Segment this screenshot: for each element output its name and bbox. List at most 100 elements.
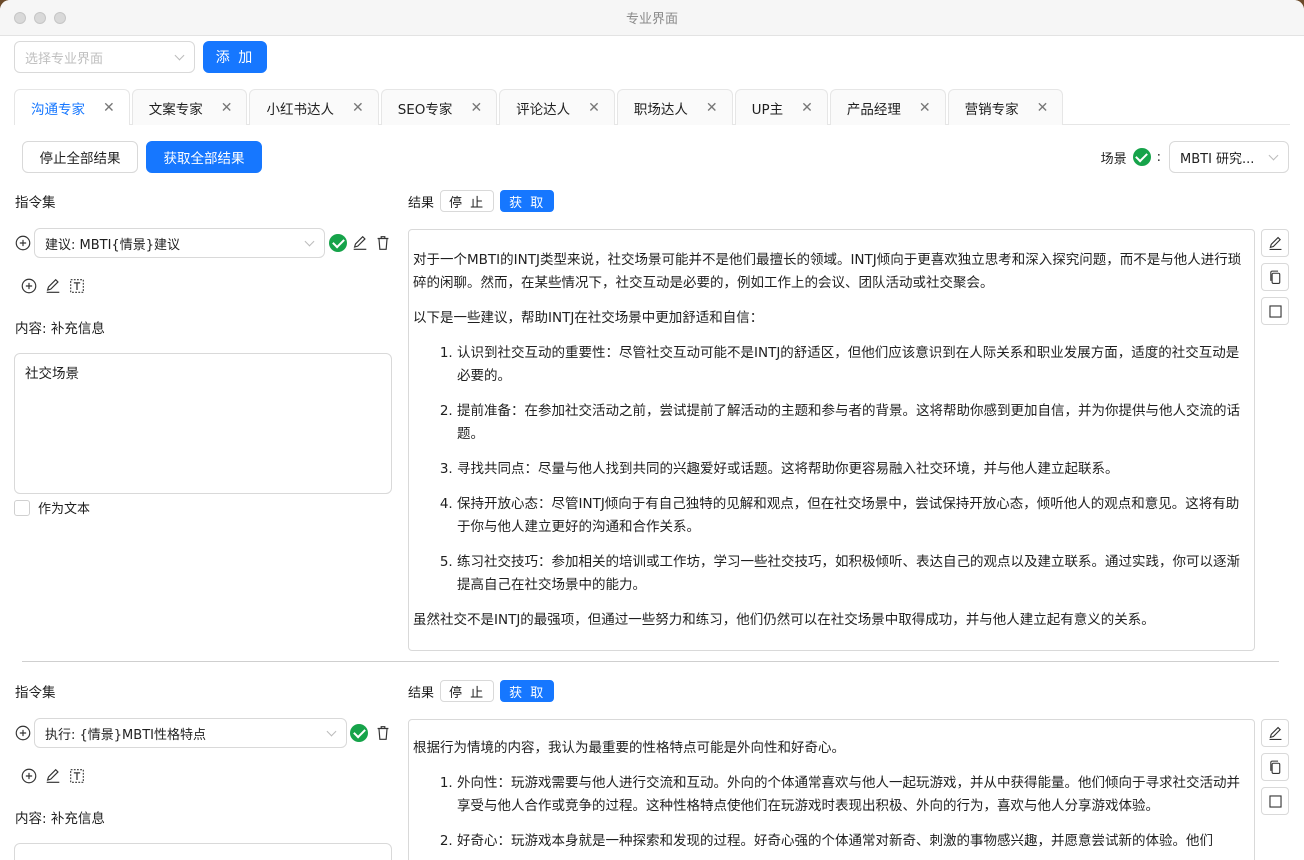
as-text-option: 作为文本 (14, 498, 90, 517)
scene-colon: : (1156, 149, 1161, 165)
instruction-select[interactable]: 建议: MBTI{情景}建议 (34, 228, 325, 258)
edit-icon[interactable] (43, 276, 63, 296)
check-circle-icon (1132, 148, 1151, 166)
edit-icon[interactable] (43, 766, 63, 786)
close-icon[interactable]: ✕ (103, 100, 115, 116)
tab-seo[interactable]: SEO专家 ✕ (380, 89, 498, 125)
scene-select[interactable]: MBTI 研究... (1169, 141, 1289, 173)
tab-copywriting[interactable]: 文案专家 ✕ (131, 89, 248, 125)
result-list: 外向性：玩游戏需要与他人进行交流和互动。外向的个体通常喜欢与他人一起玩游戏，并从… (413, 772, 1248, 853)
close-window-button[interactable] (14, 12, 26, 24)
chevron-down-icon (304, 238, 314, 248)
instruction-select-value: 建议: MBTI{情景}建议 (45, 237, 180, 253)
tab-communication[interactable]: 沟通专家 ✕ (14, 89, 130, 126)
tab-xiaohongshu[interactable]: 小红书达人 ✕ (249, 89, 379, 125)
zoom-window-button[interactable] (54, 12, 66, 24)
list-item: 保持开放心态：尽管INTJ倾向于有自己独特的见解和观点，但在社交场景中，尝试保持… (457, 493, 1248, 539)
add-circle-icon[interactable] (19, 276, 39, 296)
block-divider (22, 661, 1279, 662)
close-icon[interactable]: ✕ (221, 100, 233, 116)
edit-result-button[interactable] (1261, 229, 1289, 257)
scene-select-value: MBTI 研究... (1180, 151, 1255, 167)
content-label: 内容: 补充信息 (15, 321, 105, 337)
close-icon[interactable]: ✕ (919, 100, 931, 116)
close-icon[interactable]: ✕ (470, 100, 482, 116)
window-controls (14, 12, 66, 24)
add-circle-icon[interactable] (19, 766, 39, 786)
expand-result-button[interactable] (1261, 787, 1289, 815)
stop-button[interactable]: 停 止 (440, 680, 495, 702)
result-output: 根据行为情境的内容，我认为最重要的性格特点可能是外向性和好奇心。 外向性：玩游戏… (408, 719, 1255, 860)
as-text-checkbox[interactable] (14, 499, 30, 516)
minimize-window-button[interactable] (34, 12, 46, 24)
tab-workplace[interactable]: 职场达人 ✕ (616, 89, 733, 125)
trash-icon[interactable] (373, 233, 393, 253)
get-all-button[interactable]: 获取全部结果 (146, 141, 262, 173)
result-lead: 以下是一些建议，帮助INTJ在社交场景中更加舒适和自信： (413, 310, 764, 326)
content-textarea[interactable]: 社交场景 (14, 353, 392, 494)
instruction-set-label: 指令集 (15, 685, 56, 701)
close-icon[interactable]: ✕ (801, 100, 813, 116)
tab-label: 评论达人 (516, 101, 571, 118)
edit-icon (1269, 726, 1281, 740)
result-label: 结果 (408, 685, 435, 701)
close-icon[interactable]: ✕ (706, 100, 718, 116)
get-button[interactable]: 获 取 (500, 190, 555, 212)
check-circle-icon (350, 724, 368, 742)
instruction-select-value: 执行: {情景}MBTI性格特点 (45, 727, 206, 743)
tab-label: 文案专家 (148, 101, 203, 118)
content-textarea[interactable] (14, 843, 392, 860)
copy-icon (1269, 760, 1280, 774)
result-list: 认识到社交互动的重要性：尽管社交互动可能不是INTJ的舒适区，但他们应该意识到在… (413, 342, 1248, 597)
scene-group: 场景 : MBTI 研究... (1101, 141, 1289, 173)
tab-label: 沟通专家 (31, 101, 85, 118)
copy-result-button[interactable] (1261, 753, 1289, 781)
close-icon[interactable]: ✕ (588, 100, 600, 116)
list-item: 寻找共同点：尽量与他人找到共同的兴趣爱好或话题。这将帮助你更容易融入社交环境，并… (457, 458, 1248, 481)
tab-bar: 沟通专家 ✕ 文案专家 ✕ 小红书达人 ✕ SEO专家 ✕ 评论达人 ✕ 职场达人 ✕ UP… (14, 89, 1290, 126)
result-intro: 根据行为情境的内容，我认为最重要的性格特点可能是外向性和好奇心。 (413, 740, 845, 756)
trash-icon[interactable] (373, 723, 393, 743)
chevron-down-icon (174, 52, 184, 62)
titlebar: 专业界面 (0, 0, 1304, 36)
scene-label: 场景 (1100, 151, 1127, 167)
edit-icon (1269, 236, 1281, 250)
list-item: 提前准备：在参加社交活动之前，尝试提前了解活动的主题和参与者的背景。这将帮助你感… (457, 400, 1248, 446)
result-header: 结果 停 止 获 取 (408, 190, 555, 212)
add-button[interactable]: 添 加 (203, 41, 267, 73)
edit-icon[interactable] (350, 233, 370, 253)
check-circle-icon (329, 234, 347, 252)
result-intro: 对于一个MBTI的INTJ类型来说，社交场景可能并不是他们最擅长的领域。INTJ… (413, 252, 1242, 291)
instruction-select[interactable]: 执行: {情景}MBTI性格特点 (34, 718, 347, 748)
tab-comment[interactable]: 评论达人 ✕ (499, 89, 615, 125)
add-circle-icon[interactable] (13, 723, 33, 743)
instruction-set-label: 指令集 (15, 195, 56, 211)
action-row: 停止全部结果 获取全部结果 (22, 141, 262, 173)
close-icon[interactable]: ✕ (352, 100, 364, 116)
tab-label: UP主 (751, 101, 784, 118)
list-item: 练习社交技巧：参加相关的培训或工作坊，学习一些社交技巧，如积极倾听、表达自己的观… (457, 551, 1248, 597)
result-label: 结果 (408, 195, 435, 211)
content-label: 内容: 补充信息 (15, 811, 105, 827)
add-circle-icon[interactable] (13, 233, 33, 253)
content-textarea-value: 社交场景 (25, 366, 79, 382)
tab-label: 小红书达人 (266, 101, 334, 118)
expand-result-button[interactable] (1261, 297, 1289, 325)
list-item: 好奇心：玩游戏本身就是一种探索和发现的过程。好奇心强的个体通常对新奇、刺激的事物… (457, 830, 1248, 853)
close-icon[interactable]: ✕ (1037, 100, 1049, 116)
tab-label: 营销专家 (964, 101, 1019, 118)
edit-result-button[interactable] (1261, 719, 1289, 747)
profession-select-placeholder: 选择专业界面 (25, 51, 104, 67)
result-tools (1261, 719, 1289, 815)
get-button[interactable]: 获 取 (500, 680, 555, 702)
copy-result-button[interactable] (1261, 263, 1289, 291)
tab-marketing[interactable]: 营销专家 ✕ (947, 89, 1064, 125)
stop-button[interactable]: 停 止 (440, 190, 495, 212)
text-format-icon[interactable] (67, 766, 87, 786)
profession-select[interactable]: 选择专业界面 (14, 41, 195, 73)
stop-all-button[interactable]: 停止全部结果 (22, 141, 138, 173)
tab-label: 产品经理 (846, 101, 901, 118)
tab-up[interactable]: UP主 ✕ (734, 89, 828, 125)
text-format-icon[interactable] (67, 276, 87, 296)
tab-product-manager[interactable]: 产品经理 ✕ (829, 89, 946, 125)
